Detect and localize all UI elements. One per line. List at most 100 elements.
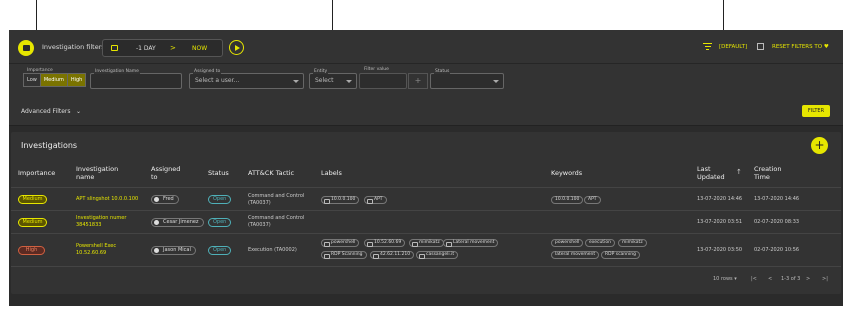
prev-page-button[interactable]: < xyxy=(768,276,772,282)
entity-select[interactable]: Select xyxy=(309,73,357,89)
time-range-selector[interactable]: -1 DAY > NOW xyxy=(102,39,223,57)
camera-logo-icon[interactable] xyxy=(18,40,34,56)
attack-tactic: Command and Control (TA0037) xyxy=(248,193,304,207)
status-select[interactable] xyxy=(430,73,504,89)
investigation-name-link[interactable]: Investigation numer 38451833 xyxy=(76,215,126,229)
reset-filters-button[interactable]: RESET FILTERS TO ♥ xyxy=(772,44,829,50)
avatar-icon xyxy=(154,220,159,225)
keyword-chip[interactable]: APT xyxy=(584,196,601,204)
col-creation-time[interactable]: Creation Time xyxy=(754,165,782,181)
add-investigation-button[interactable]: + xyxy=(811,137,828,154)
importance-medium[interactable]: Medium xyxy=(40,74,68,86)
chevron-down-icon[interactable]: ⌄ xyxy=(76,108,81,115)
label-chip[interactable]: APT xyxy=(364,196,387,204)
rows-per-page-select[interactable]: 10 rows ▾ xyxy=(713,276,737,282)
filter-icon[interactable] xyxy=(703,43,712,51)
investigations-title: Investigations xyxy=(21,141,78,150)
tactic-line1: Command and Control xyxy=(248,215,305,221)
creation-time: 02-07-2020 10:56 xyxy=(754,247,800,253)
keyword-chip[interactable]: powershell xyxy=(551,239,584,247)
label-chip[interactable]: Lateral movement xyxy=(443,239,499,247)
filter-value-label: Filter value xyxy=(364,67,389,72)
last-updated: 13-07-2020 03:51 xyxy=(697,219,743,225)
app-window: Investigation filters -1 DAY > NOW [DEFA… xyxy=(9,30,843,306)
investigations-panel: Investigations + Importance Investigatio… xyxy=(11,132,841,294)
default-filter-label[interactable]: [DEFAULT] xyxy=(719,44,747,50)
save-icon[interactable] xyxy=(757,43,764,50)
importance-badge: Medium xyxy=(18,218,47,227)
name-line1: Powershell Exec xyxy=(76,243,117,249)
assigned-to-placeholder: Select a user... xyxy=(195,77,240,84)
tactic-line2: (TA0037) xyxy=(248,222,271,228)
col-investigation-name[interactable]: Investigation name xyxy=(76,165,118,181)
assignee-chip: Fred xyxy=(151,195,179,204)
table-row[interactable]: Medium Investigation numer 38451833 Cesa… xyxy=(11,210,841,233)
col-attack-tactic[interactable]: ATT&CK Tactic xyxy=(248,169,294,177)
chevron-right-icon: > xyxy=(170,44,176,52)
chevron-down-icon xyxy=(493,80,499,83)
investigation-name-link[interactable]: Powershell Exec 10.52.60.69 xyxy=(76,243,116,257)
assigned-to-select[interactable]: Select a user... xyxy=(189,73,304,89)
col-importance[interactable]: Importance xyxy=(18,169,55,177)
label-chip[interactable]: RDP Scanning xyxy=(321,251,367,259)
label-chip[interactable]: 42.62.11.210 xyxy=(370,251,415,259)
keyword-chip[interactable]: mimikatz xyxy=(618,239,647,247)
add-filter-button[interactable]: + xyxy=(408,73,428,89)
tactic-line2: (TA0037) xyxy=(248,200,271,206)
keyword-chip[interactable]: execution xyxy=(585,239,615,247)
col-assigned-line2: to xyxy=(151,173,158,181)
entity-placeholder: Select xyxy=(315,77,334,84)
label-chip[interactable]: cassangeli.it xyxy=(416,251,459,259)
label-chip[interactable]: 10.52.60.69 xyxy=(364,239,406,247)
label-chip[interactable]: powershell xyxy=(321,239,360,247)
next-page-button[interactable]: > xyxy=(806,276,810,282)
name-line1: Investigation numer xyxy=(76,215,127,221)
play-button[interactable] xyxy=(229,40,244,55)
col-status[interactable]: Status xyxy=(208,169,229,177)
name-line2: 38451833 xyxy=(76,222,102,228)
col-name-line1: Investigation xyxy=(76,165,119,173)
avatar-icon xyxy=(154,248,159,253)
col-keywords[interactable]: Keywords xyxy=(551,169,582,177)
sort-ascending-icon[interactable]: ↑ xyxy=(736,168,742,176)
entity-label: Entity xyxy=(313,69,329,74)
status-badge: Open xyxy=(208,195,232,204)
creation-time: 02-07-2020 08:33 xyxy=(754,219,800,225)
importance-high[interactable]: High xyxy=(67,74,86,86)
keyword-chip[interactable]: RDP scanning xyxy=(601,251,640,259)
attack-tactic: Command and Control (TA0037) xyxy=(248,215,304,229)
creation-time: 13-07-2020 14:46 xyxy=(754,196,800,202)
importance-low[interactable]: Low xyxy=(24,74,41,86)
calendar-icon xyxy=(111,45,118,51)
time-from: -1 DAY xyxy=(136,45,156,52)
table-row[interactable]: Medium APT slingshot 10.0.0.100 Fred Ope… xyxy=(11,187,841,210)
keyword-chip[interactable]: 10.0.0.100 xyxy=(551,196,584,204)
investigation-name-label: Investigation Name xyxy=(94,69,140,74)
status-badge: Open xyxy=(208,218,232,227)
last-page-button[interactable]: >| xyxy=(822,276,828,282)
label-chip[interactable]: mimikatz xyxy=(409,239,444,247)
col-last-updated-line2: Updated xyxy=(697,173,725,181)
investigation-name-link[interactable]: APT slingshot 10.0.0.100 xyxy=(76,196,138,203)
assigned-to-label: Assigned to xyxy=(193,69,222,74)
importance-badge: High xyxy=(18,246,45,255)
col-last-updated[interactable]: Last Updated xyxy=(697,165,725,181)
attack-tactic: Execution (TA0002) xyxy=(248,247,297,253)
label-chip[interactable]: 10.0.0.100 xyxy=(321,196,360,204)
col-creation-line1: Creation xyxy=(754,165,782,173)
chevron-down-icon xyxy=(346,80,352,83)
first-page-button[interactable]: |< xyxy=(751,276,757,282)
avatar-icon xyxy=(154,197,159,202)
advanced-filters-toggle[interactable]: Advanced Filters xyxy=(21,108,71,115)
keyword-chip[interactable]: lateral movement xyxy=(551,251,600,259)
page-range: 1-3 of 3 xyxy=(781,276,801,282)
col-assigned-to[interactable]: Assigned to xyxy=(151,165,180,181)
table-row[interactable]: High Powershell Exec 10.52.60.69 Jason M… xyxy=(11,233,841,266)
filter-value-input[interactable] xyxy=(359,73,407,89)
filter-button[interactable]: FILTER xyxy=(802,105,830,117)
assignee-name: Fred xyxy=(163,196,174,202)
assignee-name: Cesar Jimenez xyxy=(163,219,199,225)
col-labels[interactable]: Labels xyxy=(321,169,342,177)
col-creation-line2: Time xyxy=(754,173,770,181)
investigation-name-field[interactable] xyxy=(90,73,182,89)
